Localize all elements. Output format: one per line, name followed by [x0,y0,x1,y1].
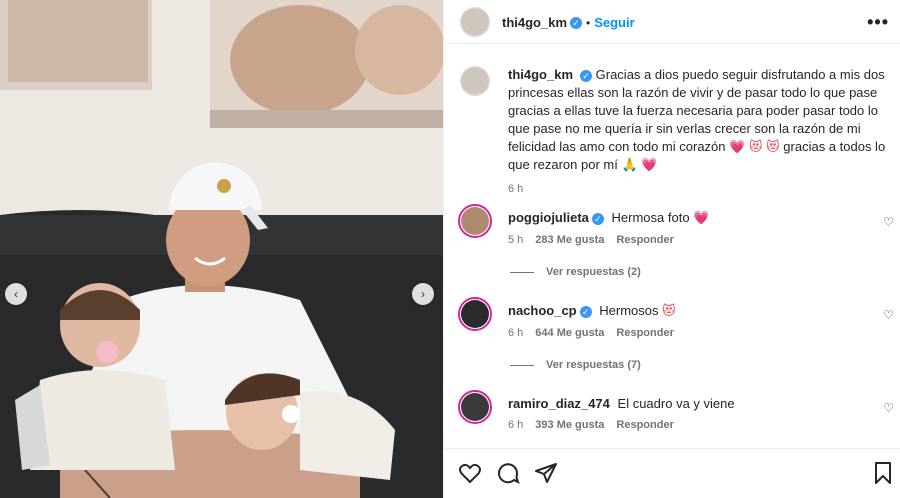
comment-like-heart-icon[interactable]: ♡ [883,401,894,415]
comment-item: poggiojulieta ✓ Hermosa foto 💗 5 h 283 Me … [508,210,868,246]
verified-badge-icon: ✓ [591,212,604,225]
comment-time: 6 h [508,419,524,431]
comment-text: Hermosos [599,303,659,318]
verified-badge-icon: ✓ [579,305,592,318]
post-action-bar [444,448,900,498]
reply-button[interactable]: Responder [616,234,673,246]
caption-author-username[interactable]: thi4go_km [508,67,573,82]
comment-time: 6 h [508,327,524,339]
view-replies-label: Ver respuestas (2) [546,266,641,278]
heart-icon[interactable] [458,461,482,485]
header-author-line: thi4go_km ✓ • Seguir [502,14,635,30]
comment-username[interactable]: ramiro_diaz_474 [508,396,610,411]
comment-meta: 6 h 644 Me gusta Responder [508,327,868,339]
comment-item: ramiro_diaz_474 El cuadro va y viene 6 h… [508,396,868,431]
comment-text: El cuadro va y viene [617,396,735,411]
comment-avatar[interactable] [458,204,492,238]
share-icon[interactable] [534,461,558,485]
comment-text: Hermosa foto [611,210,690,225]
comment-meta: 6 h 393 Me gusta Responder [508,419,868,431]
comment-like-heart-icon[interactable]: ♡ [883,308,894,322]
comment-avatar[interactable] [458,297,492,331]
comment-emoji: 💗 [693,210,710,225]
post-header: thi4go_km ✓ • Seguir ••• [444,0,900,44]
chevron-left-icon: ‹ [14,287,18,301]
follow-button[interactable]: Seguir [594,15,634,30]
view-replies-button[interactable]: Ver respuestas (7) [510,359,641,371]
chevron-right-icon: › [421,287,425,301]
comment-like-heart-icon[interactable]: ♡ [883,215,894,229]
comment-likes[interactable]: 644 Me gusta [535,327,604,339]
comment-meta: 5 h 283 Me gusta Responder [508,234,868,246]
reply-button[interactable]: Responder [616,419,673,431]
bookmark-icon[interactable] [871,461,895,485]
separator-dot: • [586,16,591,30]
post-photo: ‹ › [0,0,443,498]
replies-divider [510,271,534,273]
comment-username[interactable]: poggiojulieta [508,210,589,225]
post-caption: thi4go_km ✓ Gracias a dios puedo seguir d… [508,66,888,198]
caption-emojis: 💗 😻 😻 [729,139,780,154]
caption-timestamp: 6 h [508,183,524,195]
comment-username[interactable]: nachoo_cp [508,303,577,318]
reply-button[interactable]: Responder [616,327,673,339]
previous-photo-button[interactable]: ‹ [5,283,27,305]
comment-emoji: 😻 [662,303,676,318]
comment-likes[interactable]: 393 Me gusta [535,419,604,431]
comment-likes[interactable]: 283 Me gusta [535,234,604,246]
caption-author-avatar[interactable] [460,66,490,96]
comment-avatar[interactable] [458,390,492,424]
more-options-icon[interactable]: ••• [867,12,889,33]
next-photo-button[interactable]: › [412,283,434,305]
comment-time: 5 h [508,234,524,246]
comment-icon[interactable] [496,461,520,485]
comment-item: nachoo_cp ✓ Hermosos 😻 6 h 644 Me gusta Res… [508,303,868,339]
caption-emojis-end: 🙏 💗 [621,157,658,172]
view-replies-label: Ver respuestas (7) [546,359,641,371]
photo-illustration [0,0,443,498]
author-username[interactable]: thi4go_km [502,15,567,30]
post-side-panel: thi4go_km ✓ • Seguir ••• thi4go_km ✓ Gracias… [443,0,900,498]
view-replies-button[interactable]: Ver respuestas (2) [510,266,641,278]
replies-divider [510,364,534,366]
verified-badge-icon: ✓ [570,17,583,30]
author-avatar[interactable] [460,7,490,37]
verified-badge-icon: ✓ [580,69,593,82]
